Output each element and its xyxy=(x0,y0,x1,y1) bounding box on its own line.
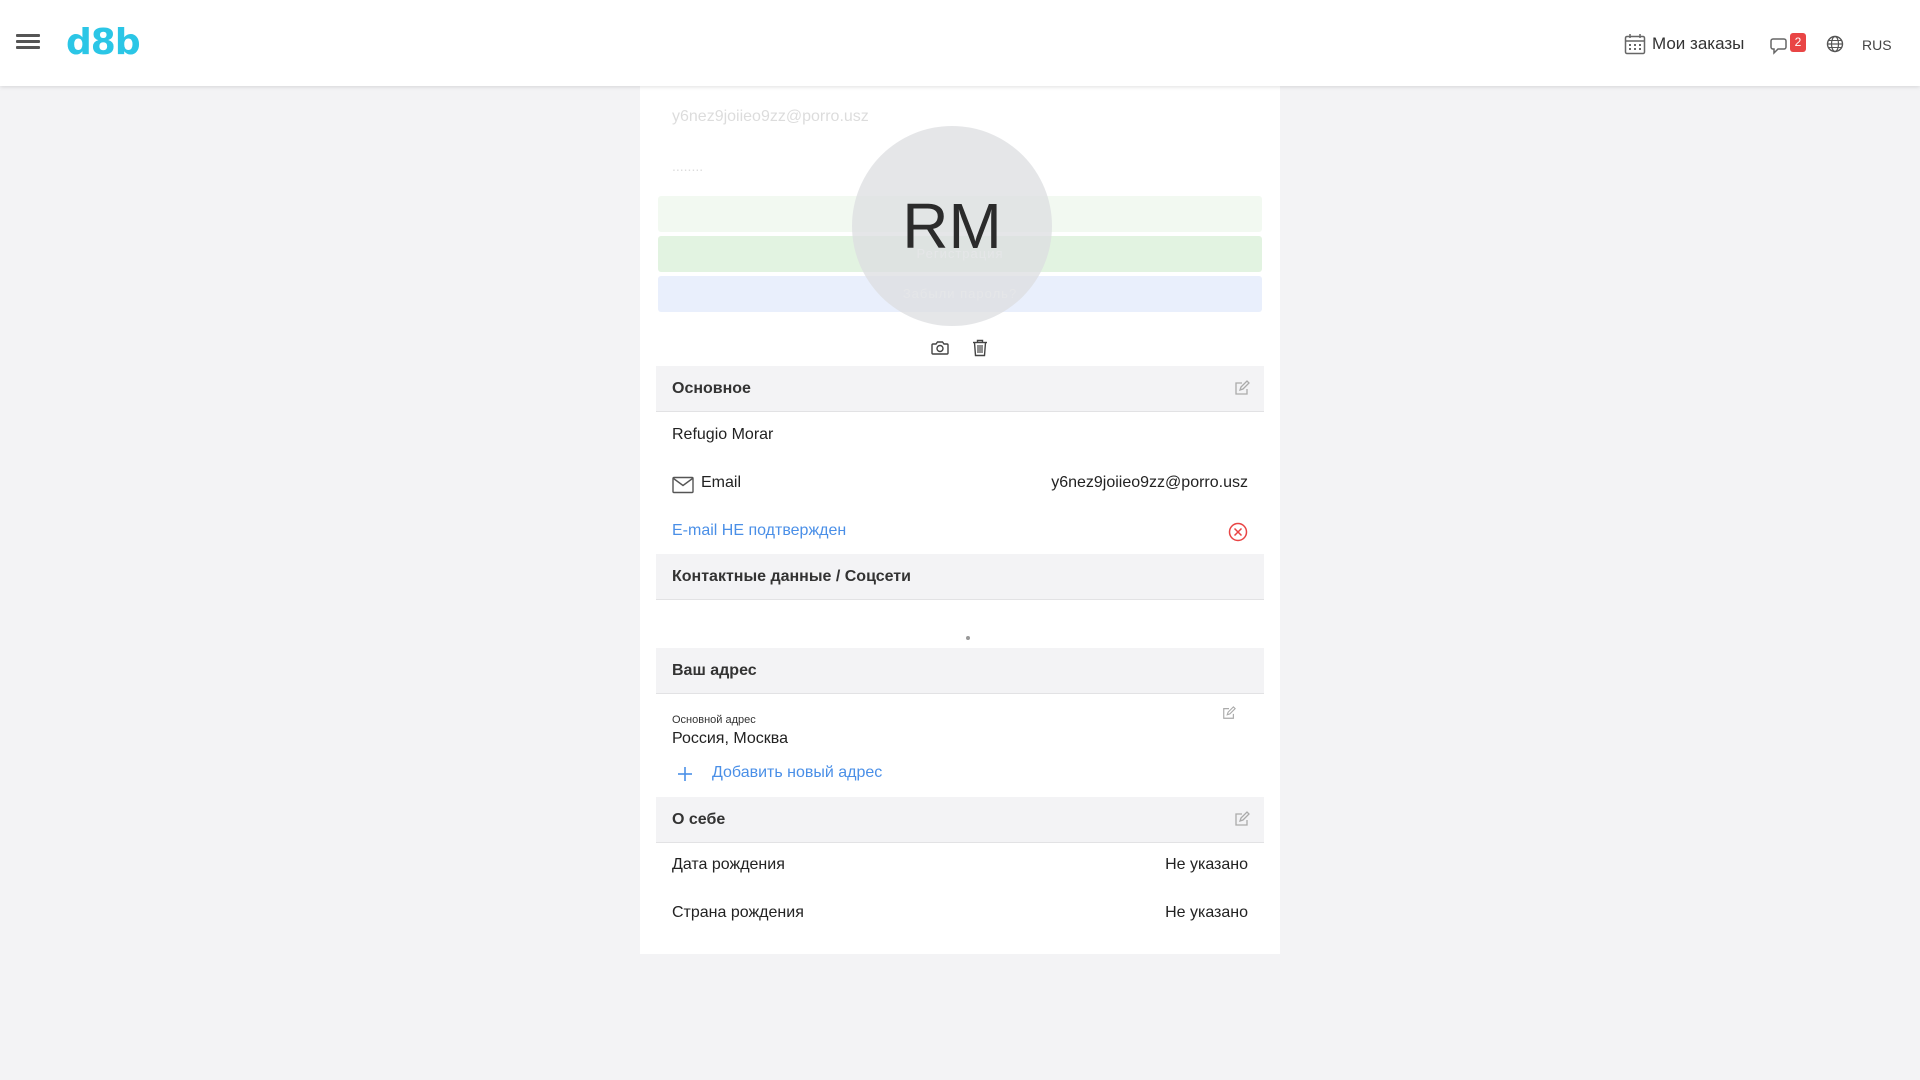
section-basic: Основное xyxy=(656,366,1264,412)
birth-country-value: Не указано xyxy=(1165,904,1248,921)
trash-icon[interactable] xyxy=(970,338,990,358)
top-header: d8b Мои заказы 2 RUS xyxy=(0,0,1920,86)
camera-icon[interactable] xyxy=(930,338,950,358)
chat-badge: 2 xyxy=(1790,33,1806,52)
globe-icon[interactable] xyxy=(1826,35,1844,53)
language-selector[interactable]: RUS xyxy=(1862,37,1892,53)
email-row: Email y6nez9joiieo9zz@porro.usz xyxy=(672,474,1248,498)
logo[interactable]: d8b xyxy=(66,22,141,63)
edit-icon[interactable] xyxy=(1234,811,1250,827)
ghost-email: y6nez9joiieo9zz@porro.usz xyxy=(672,108,869,125)
email-not-confirmed-link[interactable]: E-mail НЕ подтвержден xyxy=(672,522,846,539)
email-value: y6nez9joiieo9zz@porro.usz xyxy=(1051,474,1248,491)
primary-address-row: Россия, Москва xyxy=(672,730,1248,754)
my-orders-link[interactable]: Мои заказы xyxy=(1624,32,1744,56)
my-orders-label: Мои заказы xyxy=(1652,34,1745,53)
error-circle-icon xyxy=(1228,522,1248,542)
section-contacts: Контактные данные / Соцсети xyxy=(656,554,1264,600)
ghost-password: ........ xyxy=(672,158,704,174)
name-row: Refugio Morar xyxy=(672,426,1248,450)
birth-country-row: Страна рождения Не указано xyxy=(672,904,1248,928)
plus-icon xyxy=(678,767,692,781)
calendar-icon xyxy=(1624,34,1646,55)
add-address-row[interactable]: Добавить новый адрес xyxy=(672,764,1248,788)
section-basic-title: Основное xyxy=(672,380,751,397)
photo-tools xyxy=(930,338,990,358)
add-address-link[interactable]: Добавить новый адрес xyxy=(712,764,882,782)
section-address-title: Ваш адрес xyxy=(672,662,757,679)
primary-address-value: Россия, Москва xyxy=(672,730,788,747)
avatar[interactable]: RM xyxy=(852,126,1052,326)
primary-address-label: Основной адрес xyxy=(672,714,756,726)
mail-icon xyxy=(672,476,694,494)
full-name: Refugio Morar xyxy=(672,426,774,443)
menu-icon[interactable] xyxy=(16,34,40,52)
profile-card: y6nez9joiieo9zz@porro.usz ........ Регис… xyxy=(640,86,1280,954)
birth-date-label: Дата рождения xyxy=(672,856,785,873)
section-about-title: О себе xyxy=(672,811,726,828)
birth-country-label: Страна рождения xyxy=(672,904,804,921)
birth-date-value: Не указано xyxy=(1165,856,1248,873)
email-label: Email xyxy=(701,474,742,491)
chat-icon xyxy=(1770,38,1787,55)
edit-icon[interactable] xyxy=(1222,706,1236,720)
section-about: О себе xyxy=(656,797,1264,843)
section-address: Ваш адрес xyxy=(656,648,1264,694)
avatar-initials: RM xyxy=(902,190,1002,262)
section-contacts-title: Контактные данные / Соцсети xyxy=(672,568,911,585)
edit-icon[interactable] xyxy=(1234,380,1250,396)
primary-address-label-row: Основной адрес xyxy=(672,706,1248,730)
email-status-row: E-mail НЕ подтвержден xyxy=(672,522,1248,546)
loading-dot xyxy=(966,636,970,640)
birth-date-row: Дата рождения Не указано xyxy=(672,856,1248,880)
chat-button[interactable]: 2 xyxy=(1770,33,1806,56)
